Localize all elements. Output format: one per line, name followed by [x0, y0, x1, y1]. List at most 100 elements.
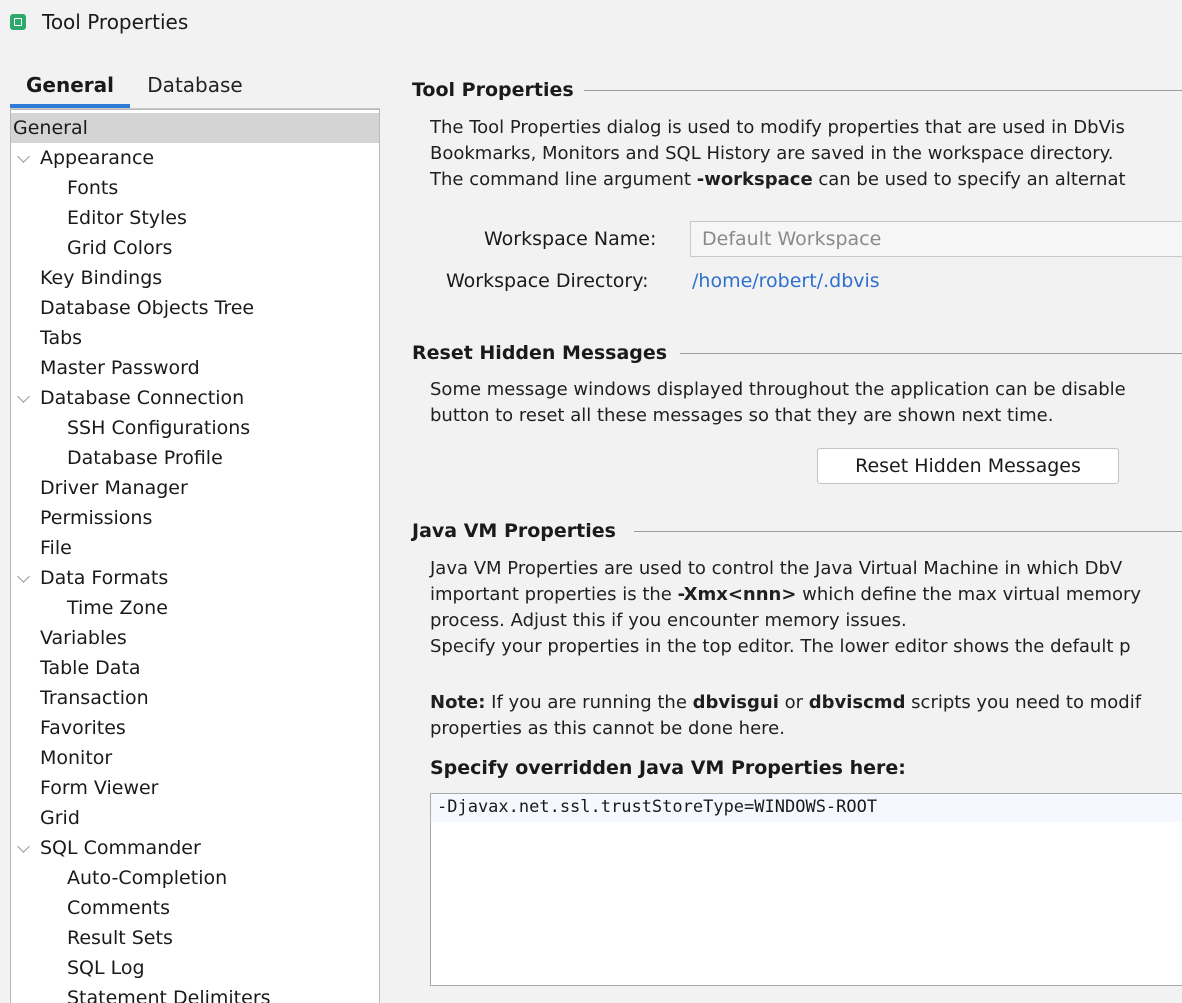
tree-item-label: Database Profile [67, 447, 223, 469]
tree-item-permissions[interactable]: Permissions [11, 503, 379, 533]
description-text: process. Adjust this if you encounter me… [430, 610, 907, 631]
tree-item-label: Driver Manager [40, 477, 188, 499]
tree-item-label: Appearance [40, 147, 155, 169]
tree-item-label: Editor Styles [67, 207, 187, 229]
section-title: Java VM Properties [412, 520, 616, 542]
window-title: Tool Properties [42, 10, 189, 34]
tree-item-grid[interactable]: Grid [11, 803, 379, 833]
jvm-properties-editor[interactable]: -Djavax.net.ssl.trustStoreType=WINDOWS-R… [430, 793, 1182, 986]
tree-item-database-profile[interactable]: Database Profile [11, 443, 379, 473]
tree-item-label: Statement Delimiters [67, 987, 271, 1003]
tree-item-sql-commander[interactable]: SQL Commander [11, 833, 379, 863]
tree-item-label: SQL Log [67, 957, 145, 979]
tree-item-label: General [13, 117, 88, 139]
tree-item-grid-colors[interactable]: Grid Colors [11, 233, 379, 263]
tab-database-label: Database [147, 73, 243, 97]
workspace-name-field[interactable] [690, 221, 1182, 257]
app-icon [10, 14, 26, 30]
tree-item-ssh-configurations[interactable]: SSH Configurations [11, 413, 379, 443]
tree-item-favorites[interactable]: Favorites [11, 713, 379, 743]
tree-item-general[interactable]: General [11, 113, 379, 143]
tree-item-label: Master Password [40, 357, 200, 379]
tree-item-label: Favorites [40, 717, 126, 739]
tree-item-tabs[interactable]: Tabs [11, 323, 379, 353]
title-bar: Tool Properties [0, 0, 1182, 48]
editor-content[interactable]: -Djavax.net.ssl.trustStoreType=WINDOWS-R… [437, 797, 877, 817]
workspace-name-label: Workspace Name: [484, 228, 657, 250]
tree-item-label: File [40, 537, 72, 559]
tree-item-label: Tabs [40, 327, 83, 349]
section-tool-properties: Tool Properties [412, 79, 1182, 103]
tree-item-label: Grid Colors [67, 237, 173, 259]
tree-item-table-data[interactable]: Table Data [11, 653, 379, 683]
tree-item-key-bindings[interactable]: Key Bindings [11, 263, 379, 293]
tree-item-label: Key Bindings [40, 267, 163, 289]
tree-item-label: Permissions [40, 507, 153, 529]
section-divider [584, 90, 1182, 91]
chevron-down-icon[interactable] [17, 150, 30, 163]
tree-item-label: Auto-Completion [67, 867, 228, 889]
description-text: The command line argument -workspace can… [430, 169, 1126, 190]
tab-general-label: General [26, 73, 114, 97]
tree-item-label: Grid [40, 807, 80, 829]
tree-item-comments[interactable]: Comments [11, 893, 379, 923]
section-divider [634, 531, 1182, 532]
tree-item-label: Table Data [40, 657, 141, 679]
tree-item-sql-log[interactable]: SQL Log [11, 953, 379, 983]
tree-item-label: Data Formats [40, 567, 169, 589]
tree-item-editor-styles[interactable]: Editor Styles [11, 203, 379, 233]
category-tree[interactable]: General Appearance Fonts Editor Styles G… [10, 109, 380, 1003]
tree-item-time-zone[interactable]: Time Zone [11, 593, 379, 623]
workspace-directory-link[interactable]: /home/robert/.dbvis [692, 270, 880, 292]
tree-item-form-viewer[interactable]: Form Viewer [11, 773, 379, 803]
section-reset-hidden-messages: Reset Hidden Messages [412, 342, 1182, 366]
tree-item-database-connection[interactable]: Database Connection [11, 383, 379, 413]
tree-item-label: Monitor [40, 747, 113, 769]
tree-item-database-objects-tree[interactable]: Database Objects Tree [11, 293, 379, 323]
description-text: Specify your properties in the top edito… [430, 636, 1131, 657]
tab-database[interactable]: Database [140, 70, 250, 108]
tree-item-fonts[interactable]: Fonts [11, 173, 379, 203]
tree-item-label: SQL Commander [40, 837, 201, 859]
tree-item-label: Comments [67, 897, 170, 919]
tree-item-transaction[interactable]: Transaction [11, 683, 379, 713]
section-title: Tool Properties [412, 79, 574, 101]
section-title: Reset Hidden Messages [412, 342, 668, 364]
tree-item-label: Form Viewer [40, 777, 159, 799]
tree-item-label: Database Objects Tree [40, 297, 255, 319]
tree-item-result-sets[interactable]: Result Sets [11, 923, 379, 953]
tree-item-label: SSH Configurations [67, 417, 251, 439]
workspace-directory-label: Workspace Directory: [446, 270, 649, 292]
tree-item-file[interactable]: File [11, 533, 379, 563]
tab-bar: General Database [10, 70, 380, 110]
tree-item-monitor[interactable]: Monitor [11, 743, 379, 773]
reset-hidden-messages-button[interactable]: Reset Hidden Messages [817, 448, 1119, 484]
tree-item-label: Time Zone [67, 597, 168, 619]
chevron-down-icon[interactable] [17, 840, 30, 853]
tree-item-data-formats[interactable]: Data Formats [11, 563, 379, 593]
tree-item-label: Result Sets [67, 927, 173, 949]
tree-item-master-password[interactable]: Master Password [11, 353, 379, 383]
tree-item-auto-completion[interactable]: Auto-Completion [11, 863, 379, 893]
description-text: The Tool Properties dialog is used to mo… [430, 117, 1125, 138]
description-text: button to reset all these messages so th… [430, 405, 1054, 426]
tab-general[interactable]: General [10, 70, 130, 108]
tree-item-statement-delimiters[interactable]: Statement Delimiters [11, 983, 379, 1003]
section-divider [680, 353, 1182, 354]
chevron-down-icon[interactable] [17, 570, 30, 583]
chevron-down-icon[interactable] [17, 390, 30, 403]
editor-heading: Specify overridden Java VM Properties he… [430, 757, 906, 779]
note-text: properties as this cannot be done here. [430, 718, 785, 739]
tree-item-appearance[interactable]: Appearance [11, 143, 379, 173]
description-text: Java VM Properties are used to control t… [430, 558, 1123, 579]
tree-item-variables[interactable]: Variables [11, 623, 379, 653]
tree-item-label: Transaction [40, 687, 149, 709]
section-java-vm-properties: Java VM Properties [412, 520, 1182, 544]
note-text: Note: If you are running the dbvisgui or… [430, 692, 1142, 713]
tree-item-label: Database Connection [40, 387, 245, 409]
tree-item-driver-manager[interactable]: Driver Manager [11, 473, 379, 503]
description-text: important properties is the -Xmx<nnn> wh… [430, 584, 1142, 605]
description-text: Some message windows displayed throughou… [430, 379, 1126, 400]
tree-item-label: Variables [40, 627, 127, 649]
description-text: Bookmarks, Monitors and SQL History are … [430, 143, 1114, 164]
